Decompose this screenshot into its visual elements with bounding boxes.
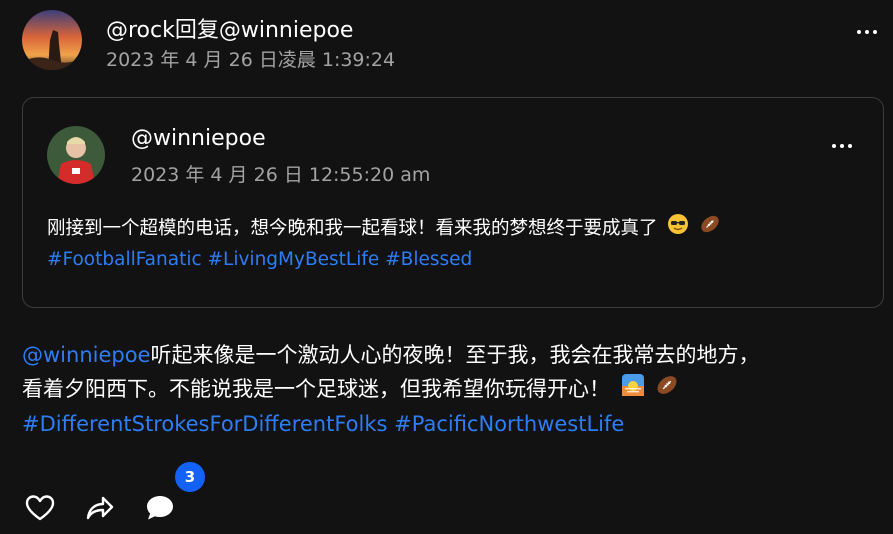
quoted-post-card[interactable]: @winniepoe 2023 年 4 月 26 日 12:55:20 am 刚… xyxy=(22,97,884,308)
author-reply-line[interactable]: @rock回复@winniepoe xyxy=(106,12,353,44)
sunglasses-emoji xyxy=(667,213,689,245)
share-button[interactable] xyxy=(84,492,116,524)
hashtag-link[interactable]: #FootballFanatic xyxy=(47,249,202,270)
comment-icon xyxy=(147,496,173,520)
author-avatar[interactable] xyxy=(22,10,82,70)
mention-link[interactable]: @winniepoe xyxy=(22,343,150,367)
quoted-more-options-icon[interactable] xyxy=(832,144,852,148)
heart-icon xyxy=(25,495,55,521)
share-icon xyxy=(86,496,114,520)
hashtag-link[interactable]: #DifferentStrokesForDifferentFolks xyxy=(22,412,387,436)
comment-count-badge: 3 xyxy=(175,462,205,492)
football-emoji xyxy=(699,213,721,245)
like-button[interactable] xyxy=(24,492,56,524)
hashtag-link[interactable]: #LivingMyBestLife xyxy=(208,249,380,270)
post-body: @winniepoe听起来像是一个激动人心的夜晚！至于我，我会在我常去的地方， … xyxy=(22,338,882,441)
quoted-post-text: 刚接到一个超模的电话，想今晚和我一起看球！看来我的梦想终于要成真了 xyxy=(47,218,658,239)
quoted-post-timestamp: 2023 年 4 月 26 日 12:55:20 am xyxy=(131,164,431,186)
comment-button[interactable] xyxy=(144,492,176,524)
post-text-line-2: 看着夕阳西下。不能说我是一个足球迷，但我希望你玩得开心！ xyxy=(22,377,610,401)
post-text-line-1: 听起来像是一个激动人心的夜晚！至于我，我会在我常去的地方， xyxy=(150,343,760,367)
more-options-icon[interactable] xyxy=(857,30,877,34)
sunrise-emoji xyxy=(621,373,645,407)
hashtag-link[interactable]: #Blessed xyxy=(385,249,472,270)
quoted-post-body: 刚接到一个超模的电话，想今晚和我一起看球！看来我的梦想终于要成真了 #Footb… xyxy=(47,213,867,275)
post-timestamp: 2023 年 4 月 26 日凌晨 1:39:24 xyxy=(106,49,396,71)
quoted-author-handle[interactable]: @winniepoe xyxy=(131,126,266,151)
football-emoji xyxy=(655,373,679,407)
hashtag-link[interactable]: #PacificNorthwestLife xyxy=(394,412,624,436)
quoted-author-avatar[interactable] xyxy=(47,126,105,184)
